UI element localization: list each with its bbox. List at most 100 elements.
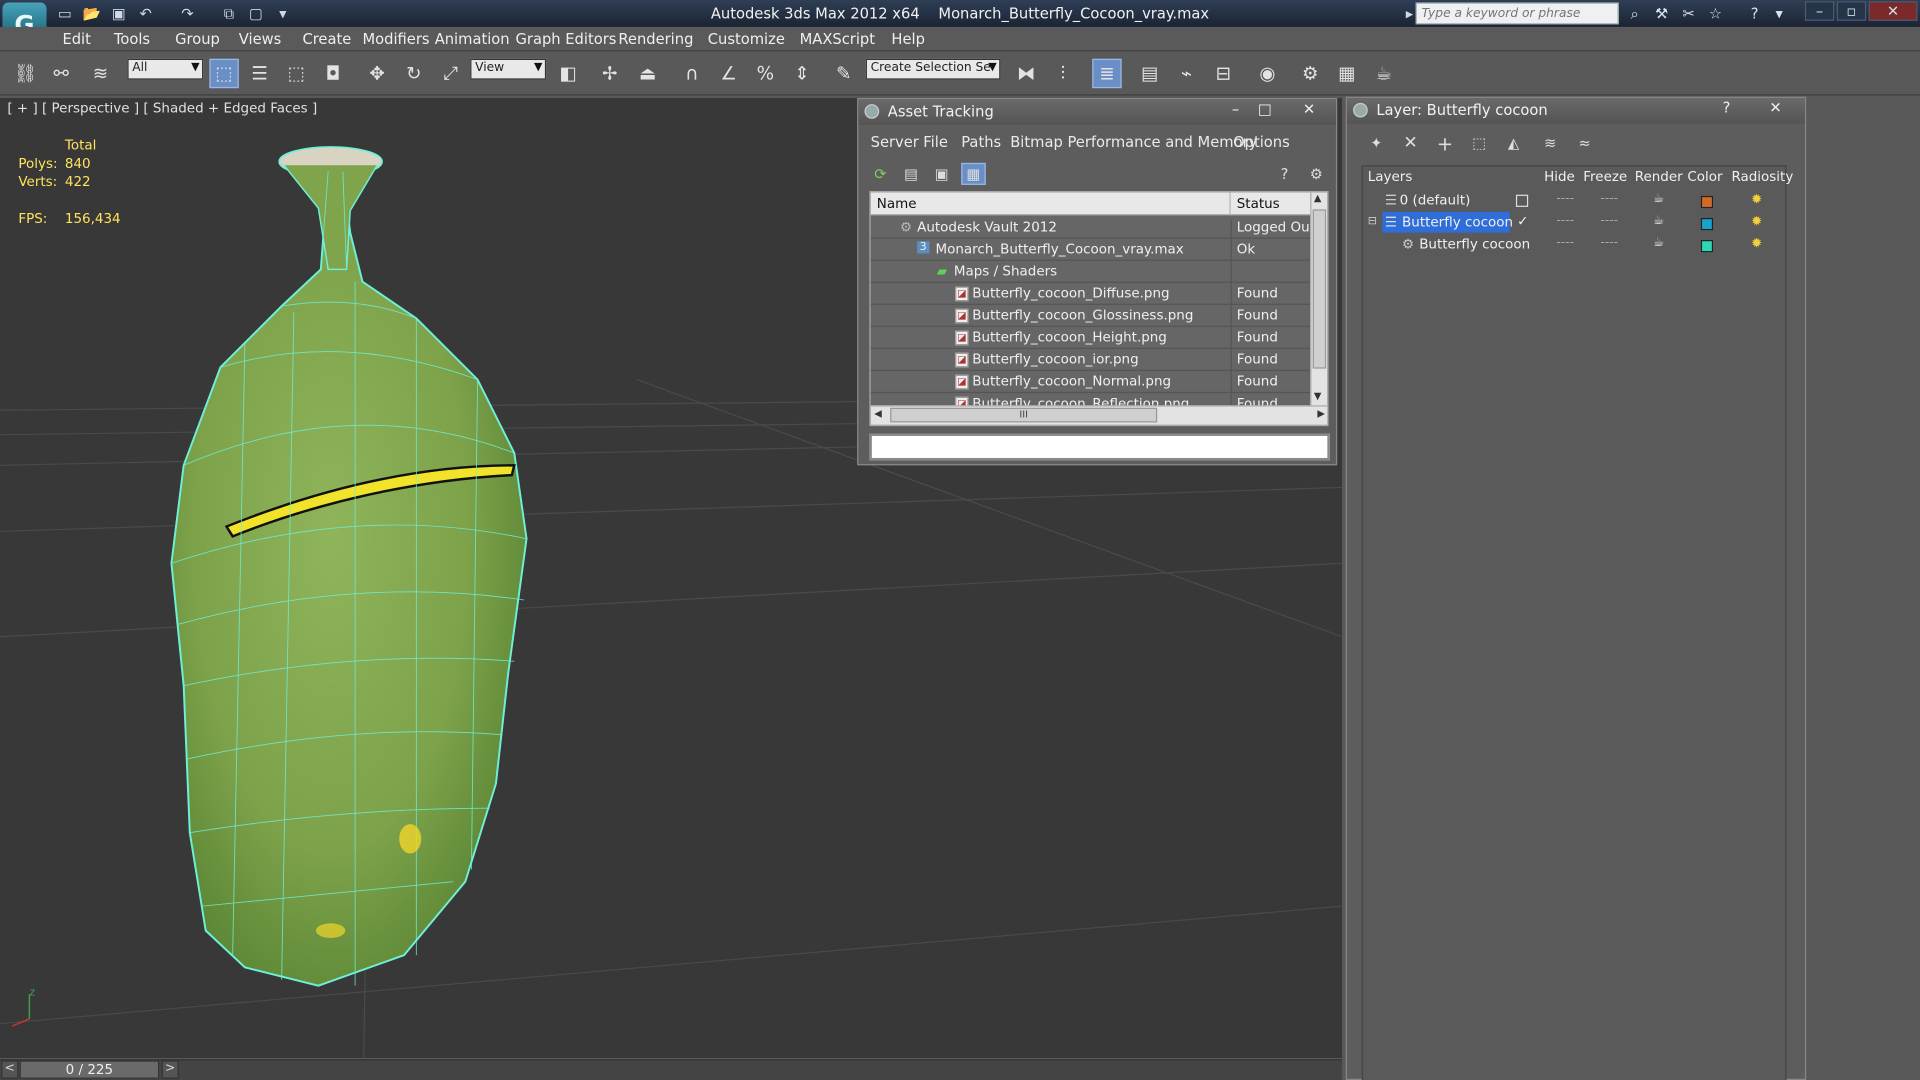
asset-menu-bitmap-performance[interactable]: Bitmap Performance and Memory <box>1010 133 1257 150</box>
save-icon[interactable]: ▣ <box>108 4 130 24</box>
close-icon[interactable]: ✕ <box>1763 99 1787 119</box>
project-folder-icon[interactable]: ▢ <box>245 4 267 24</box>
layer-name[interactable]: Butterfly cocoon <box>1402 214 1513 230</box>
quick-access-dropdown-icon[interactable]: ▾ <box>272 4 294 24</box>
reference-coordinate-dropdown[interactable]: View ▼ <box>470 58 547 80</box>
help-search-input[interactable] <box>1415 2 1619 25</box>
render-setup-icon[interactable]: ⚙ <box>1296 59 1325 88</box>
close-button[interactable]: ✕ <box>1868 1 1918 21</box>
open-file-icon[interactable]: 📂 <box>81 4 103 24</box>
vertical-scroll-thumb[interactable] <box>1312 209 1327 369</box>
select-and-manipulate-icon[interactable]: ✢ <box>595 59 624 88</box>
scroll-down-icon[interactable]: ▼ <box>1314 391 1322 402</box>
bind-space-warp-icon[interactable]: ≋ <box>86 59 115 88</box>
select-object-icon[interactable]: ⬚ <box>209 58 239 89</box>
menu-graph-editors[interactable]: Graph Editors <box>516 31 617 48</box>
select-objects-in-layer-icon[interactable]: ⬚ <box>1467 132 1491 154</box>
asset-menu-file[interactable]: File <box>923 133 948 150</box>
favorites-star-icon[interactable]: ☆ <box>1705 4 1727 24</box>
scroll-left-icon[interactable]: ◀ <box>874 408 882 419</box>
subscription-icon[interactable]: ⚒ <box>1651 4 1673 24</box>
render-teapot-icon[interactable]: ☕ <box>1653 214 1664 227</box>
minimize-button[interactable]: – <box>1804 1 1835 21</box>
current-layer-checkbox[interactable] <box>1515 194 1529 207</box>
radiosity-light-icon[interactable]: ✹ <box>1751 235 1762 251</box>
scroll-right-icon[interactable]: ▶ <box>1317 408 1325 419</box>
create-layer-icon[interactable]: ✦ <box>1364 132 1388 154</box>
select-by-name-icon[interactable]: ☰ <box>245 59 274 88</box>
hold-icon[interactable]: ⧉ <box>218 4 240 24</box>
keyboard-shortcut-override-icon[interactable]: ⏏ <box>633 59 662 88</box>
column-header-color[interactable]: Color <box>1687 169 1722 185</box>
vertical-scrollbar[interactable]: ▲ ▼ <box>1310 192 1328 407</box>
next-frame-button[interactable]: > <box>161 1060 179 1079</box>
layer-color-swatch[interactable] <box>1700 195 1714 209</box>
angle-snap-icon[interactable]: ∠ <box>714 59 743 88</box>
current-layer-check-icon[interactable]: ✓ <box>1517 213 1528 229</box>
pivot-center-icon[interactable]: ◧ <box>553 59 582 88</box>
layer-manager-icon[interactable]: ≣ <box>1092 58 1122 89</box>
material-editor-icon[interactable]: ◉ <box>1253 59 1282 88</box>
edit-named-selection-icon[interactable]: ✎ <box>829 59 858 88</box>
column-header-freeze[interactable]: Freeze <box>1583 169 1627 185</box>
schematic-view-icon[interactable]: ⊟ <box>1209 59 1238 88</box>
menu-customize[interactable]: Customize <box>708 31 785 48</box>
help-icon[interactable]: ? <box>1714 99 1738 119</box>
asset-menu-paths[interactable]: Paths <box>961 133 1001 150</box>
column-header-name[interactable]: Name <box>870 192 1231 216</box>
asset-tracking-titlebar[interactable]: Asset Tracking – □ ✕ <box>858 99 1336 125</box>
menu-maxscript[interactable]: MAXScript <box>800 31 875 48</box>
new-file-icon[interactable]: ▭ <box>54 4 76 24</box>
asset-row[interactable]: ◪ Butterfly_cocoon_Normal.png Found <box>870 371 1313 396</box>
render-production-icon[interactable]: ☕ <box>1369 59 1398 88</box>
menu-modifiers[interactable]: Modifiers <box>362 31 429 48</box>
close-icon[interactable]: ✕ <box>1297 100 1321 120</box>
horizontal-scrollbar[interactable]: ◀ III ▶ <box>870 405 1328 425</box>
select-and-scale-icon[interactable]: ⤢ <box>436 59 465 88</box>
layer-name[interactable]: 0 (default) <box>1400 192 1471 208</box>
column-header-status[interactable]: Status <box>1230 192 1313 216</box>
menu-rendering[interactable]: Rendering <box>618 31 693 48</box>
asset-row[interactable]: ⚙ Autodesk Vault 2012 Logged Out ... <box>870 217 1327 242</box>
maximize-icon[interactable]: □ <box>1253 100 1277 120</box>
column-header-render[interactable]: Render <box>1635 169 1683 185</box>
radiosity-light-icon[interactable]: ✹ <box>1751 191 1762 207</box>
binoculars-icon[interactable]: ⌕ <box>1624 4 1646 24</box>
table-view-icon[interactable]: ▦ <box>961 162 986 185</box>
minimize-icon[interactable]: – <box>1223 100 1247 120</box>
render-teapot-icon[interactable]: ☕ <box>1653 192 1664 205</box>
column-header-radiosity[interactable]: Radiosity <box>1731 169 1793 185</box>
hide-toggle[interactable]: ---- <box>1556 236 1574 249</box>
menu-group[interactable]: Group <box>175 31 220 48</box>
maximize-button[interactable]: ▫ <box>1836 1 1867 21</box>
settings-icon[interactable]: ⚙ <box>1304 163 1328 185</box>
freeze-toggle[interactable]: ---- <box>1600 192 1618 205</box>
rectangular-selection-icon[interactable]: ⬚ <box>282 59 311 88</box>
help-icon[interactable]: ? <box>1272 163 1296 185</box>
redo-icon[interactable]: ↷ <box>176 4 198 24</box>
refresh-icon[interactable]: ⟳ <box>868 163 892 185</box>
previous-frame-button[interactable]: < <box>1 1060 19 1079</box>
unlink-selection-icon[interactable]: ⚯ <box>47 59 76 88</box>
snaps-toggle-icon[interactable]: ∩ <box>677 59 706 88</box>
menu-help[interactable]: Help <box>891 31 925 48</box>
help-dropdown-icon[interactable]: ▾ <box>1768 4 1790 24</box>
named-selection-sets-dropdown[interactable]: Create Selection Se ▼ <box>865 58 1001 80</box>
help-icon[interactable]: ? <box>1744 4 1766 24</box>
column-header-hide[interactable]: Hide <box>1544 169 1575 185</box>
curve-editor-icon[interactable]: ⌁ <box>1172 59 1201 88</box>
percent-snap-icon[interactable]: % <box>751 59 780 88</box>
menu-animation[interactable]: Animation <box>435 31 510 48</box>
horizontal-scroll-thumb[interactable]: III <box>890 407 1158 423</box>
layer-row[interactable]: ⚙ Butterfly cocoon ---- ---- ☕ ✹ <box>1365 234 1785 256</box>
menu-views[interactable]: Views <box>239 31 282 48</box>
time-slider[interactable]: 0 / 225 <box>19 1060 160 1079</box>
viewport-label[interactable]: [ + ] [ Perspective ] [ Shaded + Edged F… <box>7 100 317 116</box>
asset-menu-options[interactable]: Options <box>1233 133 1290 150</box>
layer-manager-titlebar[interactable]: Layer: Butterfly cocoon ? ✕ <box>1346 97 1805 124</box>
align-icon[interactable]: ⫶ <box>1048 59 1077 88</box>
asset-list[interactable]: Name Status ⚙ Autodesk Vault 2012 Logged… <box>869 191 1329 427</box>
column-header-layers[interactable]: Layers <box>1368 169 1413 185</box>
thumbnail-view-icon[interactable]: ▣ <box>929 163 953 185</box>
selection-filter-dropdown[interactable]: All ▼ <box>127 58 204 80</box>
